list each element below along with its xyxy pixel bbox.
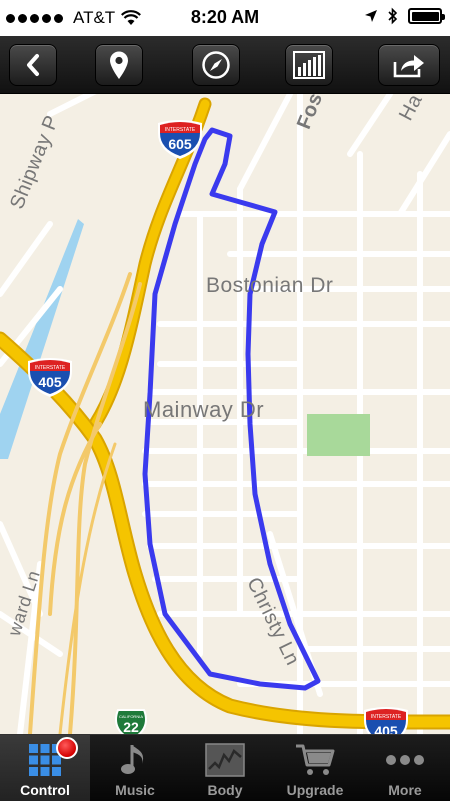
tab-control[interactable]: Control: [0, 735, 90, 801]
shield-label: INTERSTATE: [165, 127, 196, 133]
compass-button[interactable]: [192, 44, 240, 86]
more-dots-icon: [386, 755, 424, 765]
shield-number-405: 405: [374, 723, 398, 734]
tab-label-music: Music: [115, 782, 155, 798]
interstate-405-shield-bottom: INTERSTATE 405: [364, 707, 408, 734]
back-button[interactable]: [9, 44, 57, 86]
tab-body[interactable]: Body: [180, 735, 270, 801]
recording-indicator: [56, 737, 78, 759]
shield-number-22: 22: [123, 719, 139, 734]
shield-number-405: 405: [38, 374, 62, 390]
interstate-605-shield: INTERSTATE 605: [158, 120, 202, 159]
tab-upgrade[interactable]: Upgrade: [270, 735, 360, 801]
tab-music[interactable]: Music: [90, 735, 180, 801]
bar-chart-icon: [293, 51, 325, 79]
tab-bar: Control Music Body Upgrade More: [0, 734, 450, 801]
tab-label-more: More: [388, 782, 422, 798]
map-view[interactable]: INTERSTATE 605 INTERSTATE 405 INTERSTATE…: [0, 94, 450, 734]
shield-number-605: 605: [168, 136, 192, 152]
location-arrow-icon: [365, 10, 377, 22]
location-button[interactable]: [95, 44, 143, 86]
shield-label: INTERSTATE: [371, 714, 402, 720]
compass-icon: [202, 51, 230, 79]
share-icon: [393, 55, 424, 78]
cart-icon: [296, 744, 335, 775]
state-route-22-shield: CALIFORNIA 22: [115, 709, 147, 734]
share-button[interactable]: [378, 44, 440, 86]
chevron-left-icon: [27, 54, 39, 76]
line-chart-icon: [205, 743, 245, 777]
music-note-icon: [121, 745, 144, 774]
status-right: [364, 7, 445, 25]
shield-label: INTERSTATE: [35, 365, 66, 371]
park: [307, 414, 370, 456]
tab-label-upgrade: Upgrade: [286, 782, 344, 798]
street-label-bostonian: Bostonian Dr: [206, 274, 334, 297]
tab-label-control: Control: [20, 782, 70, 798]
street-label-mainway: Mainway Dr: [143, 397, 265, 422]
battery-level: [411, 11, 439, 21]
top-toolbar: [0, 36, 450, 94]
status-bar: AT&T 8:20 AM: [0, 0, 450, 36]
tab-label-body: Body: [207, 782, 243, 798]
tab-more[interactable]: More: [360, 735, 450, 801]
bluetooth-icon: [388, 7, 398, 25]
battery-icon: [408, 8, 445, 24]
map-pin-icon: [110, 51, 128, 79]
chart-button[interactable]: [285, 44, 333, 86]
